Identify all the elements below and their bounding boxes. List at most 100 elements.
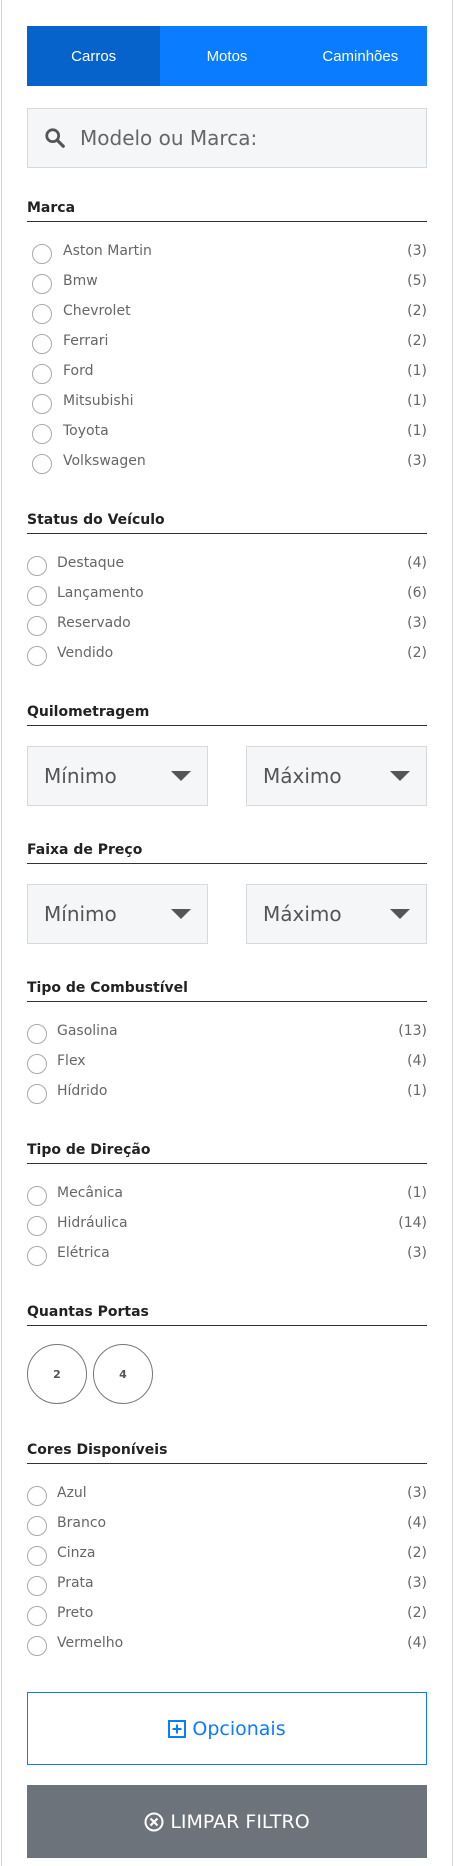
section-title-cores: Cores Disponíveis: [27, 1442, 427, 1464]
list-item[interactable]: Mitsubishi (1): [27, 386, 427, 416]
section-title-preco: Faixa de Preço: [27, 842, 427, 864]
list-item[interactable]: Mecânica (1): [27, 1178, 427, 1208]
tab-motos[interactable]: Motos: [160, 26, 294, 86]
list-item[interactable]: Aston Martin (3): [27, 236, 427, 266]
tab-carros[interactable]: Carros: [27, 26, 161, 86]
radio-button[interactable]: [27, 1024, 47, 1044]
item-count: (3): [407, 243, 427, 259]
radio-button[interactable]: [27, 1606, 47, 1626]
times-circle-icon: [144, 1812, 164, 1831]
item-label: Ford: [63, 363, 94, 379]
radio-button[interactable]: [32, 304, 52, 324]
radio-button[interactable]: [32, 394, 52, 414]
door-option-2[interactable]: 2: [27, 1344, 87, 1404]
section-preco: Faixa de Preço Mínimo Máximo: [27, 842, 427, 944]
radio-button[interactable]: [27, 586, 47, 606]
list-item[interactable]: Toyota (1): [27, 416, 427, 446]
opcionais-label: Opcionais: [192, 1717, 286, 1740]
list-item[interactable]: Vendido (2): [27, 638, 427, 668]
radio-button[interactable]: [32, 364, 52, 384]
radio-button[interactable]: [32, 424, 52, 444]
list-item[interactable]: Hídrido (1): [27, 1076, 427, 1106]
select-value: Máximo: [263, 764, 342, 788]
list-item[interactable]: Elétrica (3): [27, 1238, 427, 1268]
plus-square-icon: [168, 1719, 187, 1738]
list-item[interactable]: Cinza (2): [27, 1538, 427, 1568]
section-title-direcao: Tipo de Direção: [27, 1142, 427, 1164]
clear-filter-button[interactable]: LIMPAR FILTRO: [27, 1785, 427, 1858]
list-item[interactable]: Prata (3): [27, 1568, 427, 1598]
item-label: Vendido: [57, 645, 114, 661]
list-item[interactable]: Vermelho (4): [27, 1628, 427, 1658]
tab-caminhoes[interactable]: Caminhões: [293, 26, 427, 86]
item-label: Azul: [57, 1485, 87, 1501]
item-label: Cinza: [57, 1545, 96, 1561]
combustivel-list: Gasolina (13) Flex (4) Hídrido (1): [27, 1016, 427, 1106]
radio-button[interactable]: [27, 1216, 47, 1236]
door-option-4[interactable]: 4: [93, 1344, 153, 1404]
item-label: Lançamento: [57, 585, 144, 601]
list-item[interactable]: Ford (1): [27, 356, 427, 386]
section-marca: Marca Aston Martin (3) Bmw (5) Chevrolet (2…: [27, 200, 427, 476]
select-value: Mínimo: [44, 764, 117, 788]
search-icon: [45, 128, 65, 148]
radio-button[interactable]: [27, 1516, 47, 1536]
item-count: (6): [407, 585, 427, 601]
search-input[interactable]: [80, 126, 400, 150]
item-count: (1): [407, 1185, 427, 1201]
caret-down-icon: [390, 771, 410, 781]
radio-button[interactable]: [27, 1246, 47, 1266]
item-count: (3): [407, 1245, 427, 1261]
item-label: Ferrari: [63, 333, 109, 349]
radio-button[interactable]: [27, 1186, 47, 1206]
km-max-select[interactable]: Máximo: [246, 746, 427, 806]
list-item[interactable]: Hidráulica (14): [27, 1208, 427, 1238]
list-item[interactable]: Azul (3): [27, 1478, 427, 1508]
list-item[interactable]: Bmw (5): [27, 266, 427, 296]
radio-button[interactable]: [32, 454, 52, 474]
item-label: Destaque: [57, 555, 125, 571]
section-title-status: Status do Veículo: [27, 512, 427, 534]
opcionais-button[interactable]: Opcionais: [27, 1692, 427, 1765]
marca-list: Aston Martin (3) Bmw (5) Chevrolet (2) Ferr…: [27, 236, 427, 476]
radio-button[interactable]: [27, 1084, 47, 1104]
section-status: Status do Veículo Destaque (4) Lançamento…: [27, 512, 427, 668]
item-label: Flex: [57, 1053, 86, 1069]
list-item[interactable]: Reservado (3): [27, 608, 427, 638]
radio-button[interactable]: [27, 646, 47, 666]
km-min-select[interactable]: Mínimo: [27, 746, 208, 806]
radio-button[interactable]: [27, 1486, 47, 1506]
list-item[interactable]: Chevrolet (2): [27, 296, 427, 326]
price-min-select[interactable]: Mínimo: [27, 884, 208, 944]
list-item[interactable]: Branco (4): [27, 1508, 427, 1538]
list-item[interactable]: Lançamento (6): [27, 578, 427, 608]
radio-button[interactable]: [27, 1576, 47, 1596]
item-label: Volkswagen: [63, 453, 146, 469]
price-max-select[interactable]: Máximo: [246, 884, 427, 944]
direcao-list: Mecânica (1) Hidráulica (14) Elétrica (3): [27, 1178, 427, 1268]
list-item[interactable]: Ferrari (2): [27, 326, 427, 356]
section-combustivel: Tipo de Combustível Gasolina (13) Flex (4)…: [27, 980, 427, 1106]
radio-button[interactable]: [27, 1054, 47, 1074]
caret-down-icon: [171, 909, 191, 919]
list-item[interactable]: Preto (2): [27, 1598, 427, 1628]
list-item[interactable]: Volkswagen (3): [27, 446, 427, 476]
radio-button[interactable]: [27, 1636, 47, 1656]
list-item[interactable]: Flex (4): [27, 1046, 427, 1076]
list-item[interactable]: Gasolina (13): [27, 1016, 427, 1046]
section-cores: Cores Disponíveis Azul (3) Branco (4) Cinz…: [27, 1442, 427, 1658]
radio-button[interactable]: [32, 244, 52, 264]
radio-button[interactable]: [32, 274, 52, 294]
list-item[interactable]: Destaque (4): [27, 548, 427, 578]
item-label: Chevrolet: [63, 303, 131, 319]
radio-button[interactable]: [27, 1546, 47, 1566]
radio-button[interactable]: [27, 616, 47, 636]
item-count: (3): [407, 1485, 427, 1501]
price-selects: Mínimo Máximo: [27, 884, 427, 944]
item-label: Branco: [57, 1515, 107, 1531]
item-label: Prata: [57, 1575, 94, 1591]
radio-button[interactable]: [32, 334, 52, 354]
section-title-portas: Quantas Portas: [27, 1304, 427, 1326]
radio-button[interactable]: [27, 556, 47, 576]
item-count: (3): [407, 453, 427, 469]
